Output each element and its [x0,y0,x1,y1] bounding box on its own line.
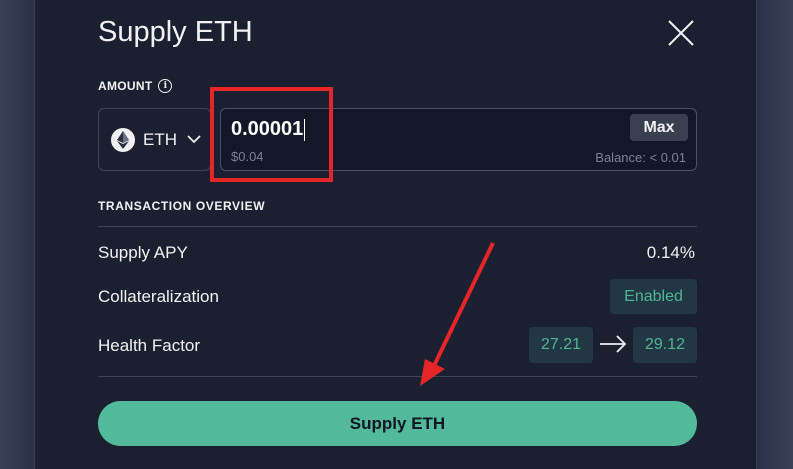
modal-title: Supply ETH [98,16,253,48]
background-right [757,0,793,469]
ethereum-icon [111,127,135,152]
max-button[interactable]: Max [630,114,688,141]
background-left [0,0,34,469]
supply-modal: Supply ETH AMOUNT i ETH 0.00001 $0.04 Ma… [34,0,757,469]
collateral-status-badge: Enabled [610,279,697,314]
close-icon[interactable] [667,19,695,47]
arrow-right-icon [599,334,627,359]
health-factor-new: 29.12 [633,327,697,363]
chevron-down-icon [187,131,201,149]
annotation-highlight-box [210,87,333,182]
balance-text: Balance: < 0.01 [595,150,686,165]
info-icon[interactable]: i [158,79,173,93]
transaction-overview-heading: TRANSACTION OVERVIEW [98,199,266,213]
amount-label-text: AMOUNT [98,79,153,93]
divider [98,376,697,377]
supply-apy-label: Supply APY [98,243,188,262]
token-name: ETH [143,129,177,149]
collateralization-label: Collateralization [98,287,219,306]
supply-button[interactable]: Supply ETH [98,401,697,446]
divider [98,226,697,227]
supply-apy-value: 0.14% [646,243,695,262]
token-selector[interactable]: ETH [98,108,211,171]
health-factor-current: 27.21 [529,327,593,363]
amount-label: AMOUNT i [98,79,173,93]
health-factor-label: Health Factor [98,336,201,355]
